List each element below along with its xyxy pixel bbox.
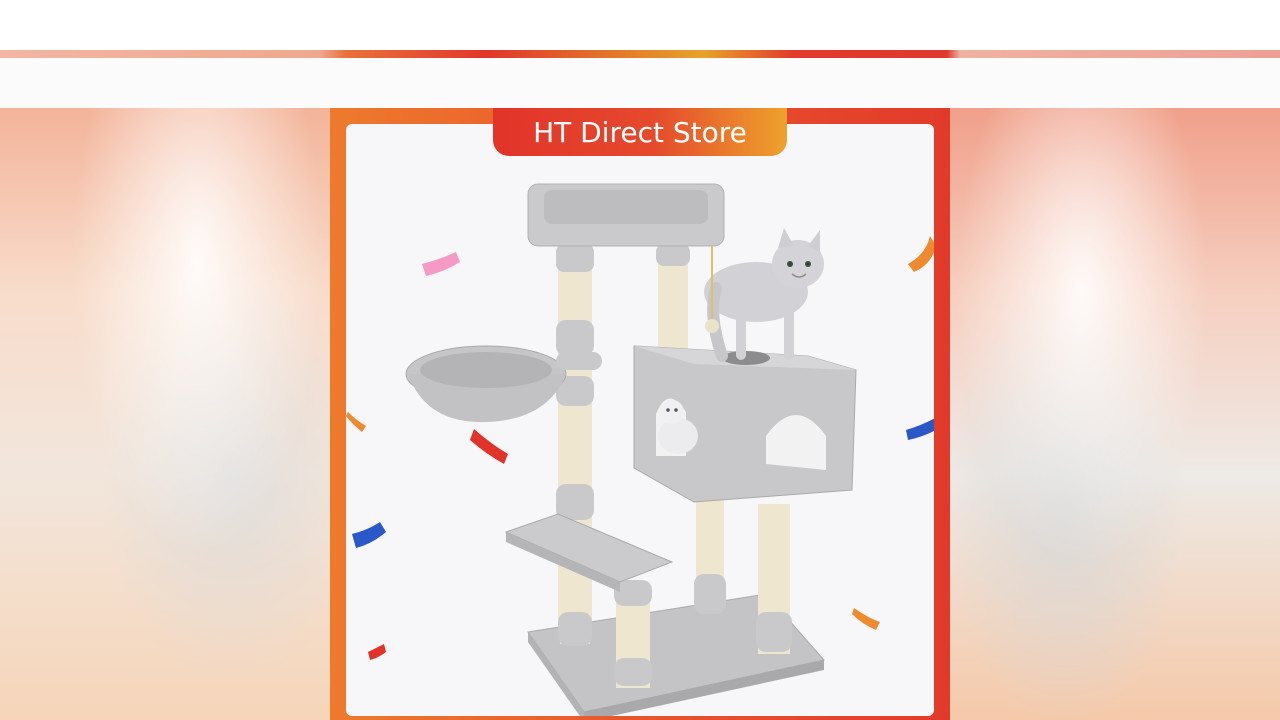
confetti-red	[470, 429, 508, 464]
white-band	[0, 58, 1280, 108]
confetti-pink	[422, 252, 460, 276]
blurred-background-left	[0, 108, 330, 720]
confetti-blue-left	[352, 522, 386, 548]
top-bar	[0, 0, 1280, 50]
confetti-orange-right	[908, 236, 934, 272]
confetti-orange-left	[346, 412, 366, 432]
confetti-red-small	[368, 644, 386, 660]
blurred-background-right	[950, 108, 1280, 720]
confetti-orange-bottom	[852, 608, 880, 630]
confetti-blue-right	[906, 418, 934, 440]
cat-standing	[704, 228, 824, 362]
color-stripe	[0, 50, 1280, 58]
cat-tree-image	[346, 183, 934, 716]
store-name-badge: HT Direct Store	[493, 108, 787, 156]
